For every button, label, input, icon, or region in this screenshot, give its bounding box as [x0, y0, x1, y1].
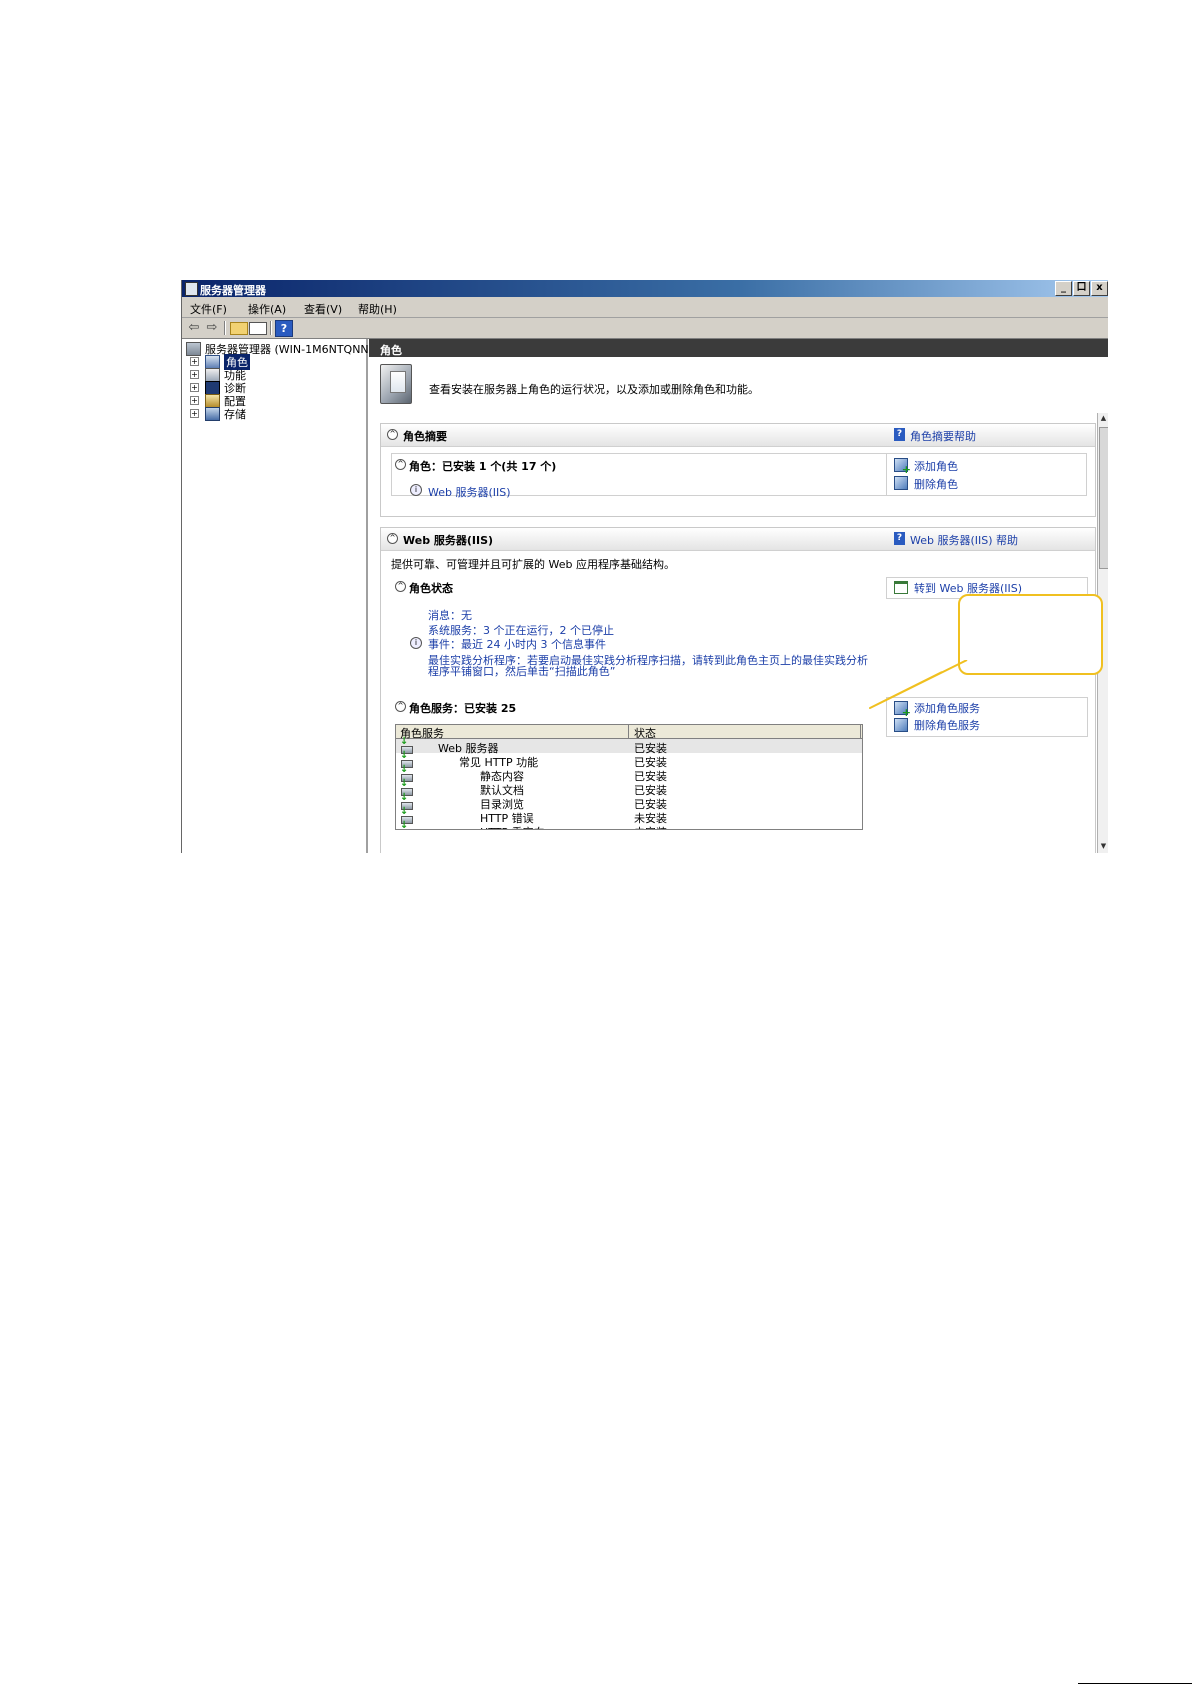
- add-role-icon[interactable]: [894, 458, 911, 476]
- close-button[interactable]: x: [1091, 281, 1108, 296]
- service-status-cell: 未安装: [634, 824, 667, 829]
- collapse-icon[interactable]: ^: [387, 533, 398, 544]
- server-manager-icon: [185, 282, 198, 296]
- remove-role-service-icon[interactable]: [894, 718, 908, 732]
- web-server-header: ^ Web 服务器(IIS) ? Web 服务器(IIS) 帮助: [381, 528, 1095, 551]
- collapse-icon[interactable]: ^: [395, 701, 406, 712]
- roles-subbox: ^ 角色：已安装 1 个(共 17 个) i Web 服务器(IIS) 添加角色…: [391, 453, 1087, 499]
- page-header: 角色: [369, 339, 1108, 357]
- expand-icon[interactable]: +: [190, 383, 199, 392]
- remove-role-icon[interactable]: [894, 476, 908, 490]
- expand-icon[interactable]: +: [190, 357, 199, 366]
- table-row[interactable]: HTTP 重定向 未安装: [396, 820, 862, 829]
- web-server-title: Web 服务器(IIS): [403, 534, 494, 547]
- page-title: 角色: [380, 344, 402, 357]
- tree-item-label: 存储: [224, 407, 246, 421]
- expand-icon[interactable]: +: [190, 396, 199, 405]
- installed-service-icon: [400, 820, 411, 829]
- scroll-up-icon[interactable]: ▲: [1099, 414, 1108, 424]
- server-manager-window: 服务器管理器 _ 口 x 文件(F) 操作(A) 查看(V) 帮助(H) ⇦ ⇨…: [181, 280, 1108, 853]
- title-bar: 服务器管理器 _ 口 x: [182, 280, 1108, 297]
- expand-icon[interactable]: +: [190, 370, 199, 379]
- menu-view[interactable]: 查看(V): [304, 301, 342, 317]
- configuration-icon: [205, 393, 220, 408]
- role-status-title: 角色状态: [409, 582, 453, 595]
- forward-icon[interactable]: ⇨: [204, 320, 220, 335]
- storage-icon: [205, 406, 220, 421]
- table-row[interactable]: HTTP 错误未安装: [396, 806, 862, 825]
- intro-text: 查看安装在服务器上角色的运行状况，以及添加或删除角色和功能。: [429, 383, 759, 396]
- callout-pointer: [869, 660, 968, 709]
- bpa-line-2[interactable]: 程序平铺窗口，然后单击“扫描此角色”: [428, 663, 615, 679]
- messages-line[interactable]: 消息：无: [428, 607, 472, 623]
- events-info-icon: i: [410, 637, 422, 649]
- role-summary-panel: ^ 角色摘要 ? 角色摘要帮助 ^ 角色：已安装 1 个(共 17 个) i W…: [380, 423, 1096, 517]
- role-services-table: 角色服务 状态 Web 服务器已安装常见 HTTP 功能已安装静态内容已安装默认…: [395, 724, 863, 830]
- window-title: 服务器管理器: [200, 284, 266, 297]
- role-item-link[interactable]: Web 服务器(IIS): [428, 484, 511, 500]
- service-name-cell: HTTP 重定向: [480, 824, 545, 829]
- roles-count: 角色：已安装 1 个(共 17 个): [409, 460, 557, 473]
- maximize-button[interactable]: 口: [1073, 281, 1090, 296]
- role-summary-header: ^ 角色摘要 ? 角色摘要帮助: [381, 424, 1095, 447]
- menu-action[interactable]: 操作(A): [248, 301, 286, 317]
- menu-file[interactable]: 文件(F): [190, 301, 227, 317]
- tree-item-storage[interactable]: + 存储: [190, 406, 246, 421]
- roles-icon: [205, 354, 220, 369]
- menu-bar: 文件(F) 操作(A) 查看(V) 帮助(H): [182, 297, 1108, 318]
- server-icon: [186, 341, 201, 356]
- back-icon[interactable]: ⇦: [186, 320, 202, 335]
- table-row[interactable]: Web 服务器已安装: [396, 736, 862, 755]
- help-icon[interactable]: ?: [894, 428, 905, 441]
- toolbar: ⇦ ⇨ ?: [182, 318, 1108, 339]
- events-line[interactable]: 事件：最近 24 小时内 3 个信息事件: [428, 636, 606, 652]
- role-summary-help-link[interactable]: 角色摘要帮助: [910, 428, 976, 444]
- collapse-icon[interactable]: ^: [395, 581, 406, 592]
- help-icon[interactable]: ?: [894, 532, 905, 545]
- table-row[interactable]: 目录浏览已安装: [396, 792, 862, 811]
- scroll-thumb[interactable]: [1099, 427, 1108, 569]
- diagnostics-icon: [205, 380, 220, 395]
- callout-bubble: [958, 594, 1103, 675]
- table-row[interactable]: 静态内容已安装: [396, 764, 862, 783]
- menu-help[interactable]: 帮助(H): [358, 301, 397, 317]
- tree-root[interactable]: 服务器管理器 (WIN-1M6NTQNN5B: [186, 341, 383, 356]
- table-row[interactable]: 默认文档已安装: [396, 778, 862, 797]
- web-server-panel: ^ Web 服务器(IIS) ? Web 服务器(IIS) 帮助 提供可靠、可管…: [380, 527, 1096, 853]
- expand-icon[interactable]: +: [190, 409, 199, 418]
- page-footer-rule: [1078, 1683, 1192, 1684]
- show-hide-icon[interactable]: [249, 322, 267, 335]
- web-server-help-link[interactable]: Web 服务器(IIS) 帮助: [910, 532, 1018, 548]
- collapse-icon[interactable]: ^: [395, 459, 406, 470]
- remove-role-link[interactable]: 删除角色: [914, 476, 958, 492]
- minimize-button[interactable]: _: [1055, 281, 1072, 296]
- collapse-icon[interactable]: ^: [387, 429, 398, 440]
- intro-section: 查看安装在服务器上角色的运行状况，以及添加或删除角色和功能。: [369, 357, 1108, 413]
- roles-server-icon: [380, 364, 412, 404]
- role-services-title: 角色服务：已安装 25: [409, 702, 517, 715]
- features-icon: [205, 367, 220, 382]
- help-icon[interactable]: ?: [275, 320, 293, 337]
- role-summary-title: 角色摘要: [403, 430, 447, 443]
- goto-icon[interactable]: [894, 581, 908, 594]
- role-item-icon: i: [410, 484, 422, 496]
- table-row[interactable]: 常见 HTTP 功能已安装: [396, 750, 862, 769]
- web-server-description: 提供可靠、可管理并且可扩展的 Web 应用程序基础结构。: [391, 558, 675, 571]
- up-folder-icon[interactable]: [230, 322, 248, 335]
- scroll-down-icon[interactable]: ▼: [1099, 842, 1108, 852]
- add-role-link[interactable]: 添加角色: [914, 458, 958, 474]
- navigation-tree: 服务器管理器 (WIN-1M6NTQNN5B + 角色 + 功能 + 诊断 + …: [182, 339, 383, 853]
- table-header: 角色服务 状态: [396, 725, 862, 740]
